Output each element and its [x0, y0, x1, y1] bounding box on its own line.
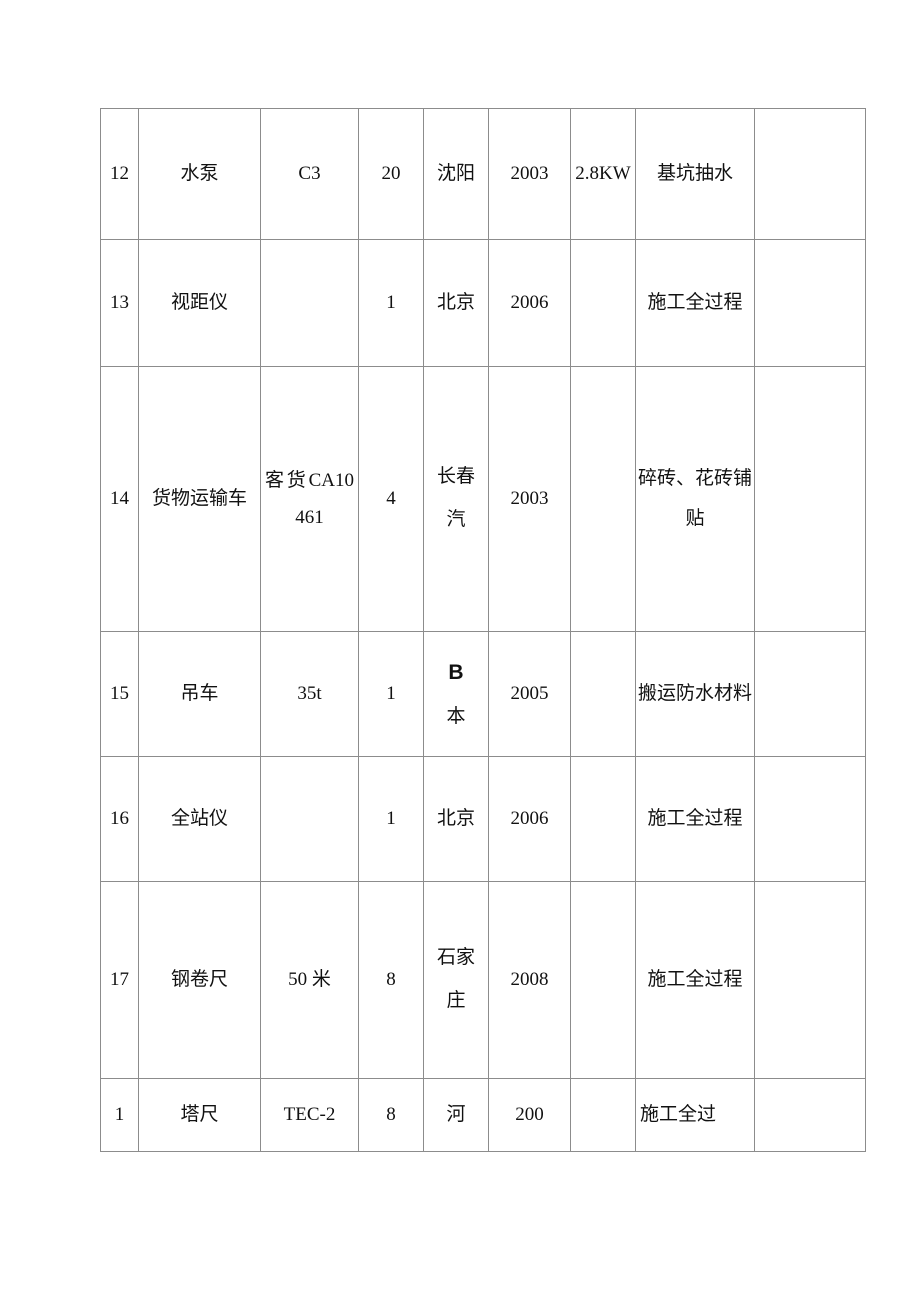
- cell-note: [755, 817, 865, 821]
- cell-model: 50 米: [288, 969, 331, 991]
- cell-note: [755, 978, 865, 982]
- cell-no: 17: [110, 969, 129, 991]
- cell-year: 2005: [510, 683, 549, 705]
- cell-no: 13: [110, 292, 129, 314]
- cell-origin: 石家庄: [436, 947, 475, 1011]
- cell-model: [261, 301, 358, 305]
- cell-quantity: 20: [381, 163, 401, 185]
- cell-model: 35t: [297, 683, 322, 705]
- cell-power: [571, 817, 635, 821]
- cell-origin: 河: [446, 1104, 466, 1126]
- cell-quantity: 4: [386, 488, 396, 510]
- equipment-schedule-table: 12 水泵 C3 20 沈阳 2003 2.8KW 基坑抽水 13 视距仪 1 …: [100, 108, 866, 1152]
- cell-note: [755, 172, 865, 176]
- cell-note: [755, 1113, 865, 1117]
- cell-use: 搬运防水材料: [638, 683, 753, 705]
- table-row: 13 视距仪 1 北京 2006 施工全过程: [100, 239, 866, 367]
- cell-power: [571, 692, 635, 696]
- cell-name: 货物运输车: [151, 488, 247, 510]
- table-row: 17 钢卷尺 50 米 8 石家庄 2008 施工全过程: [100, 881, 866, 1079]
- table-row: 16 全站仪 1 北京 2006 施工全过程: [100, 756, 866, 882]
- origin-latin-part: B: [448, 661, 464, 684]
- cell-origin: 沈阳: [436, 162, 475, 184]
- cell-name: 全站仪: [170, 808, 228, 830]
- cell-model: [261, 817, 358, 821]
- cell-no: 14: [110, 488, 129, 510]
- cell-note: [755, 301, 865, 305]
- cell-power: [571, 1113, 635, 1117]
- cell-origin: 长春汽: [436, 466, 475, 530]
- cell-use: 施工全过程: [647, 969, 743, 991]
- cell-power: [571, 301, 635, 305]
- cell-name: 钢卷尺: [170, 969, 228, 991]
- cell-quantity: 8: [386, 1104, 396, 1126]
- cell-no: 16: [110, 808, 129, 830]
- cell-name: 塔尺: [180, 1104, 219, 1126]
- cell-name: 吊车: [180, 683, 219, 705]
- table-row: 14 货物运输车 客货CA10461 4 长春汽 2003 碎砖、花砖铺贴: [100, 366, 866, 632]
- cell-power: [571, 497, 635, 501]
- table-row: 15 吊车 35t 1 B 本 2005 搬运防水材料: [100, 631, 866, 757]
- cell-use: 碎砖、花砖铺贴: [638, 468, 753, 529]
- cell-origin: 北京: [436, 807, 475, 829]
- cell-use: 施工全过: [640, 1104, 717, 1126]
- cell-model: 客货CA10461: [265, 469, 354, 528]
- cell-year: 2003: [510, 163, 549, 185]
- table-row: 12 水泵 C3 20 沈阳 2003 2.8KW 基坑抽水: [100, 108, 866, 240]
- cell-year: 200: [515, 1104, 544, 1126]
- cell-model: TEC-2: [283, 1104, 336, 1126]
- cell-no: 15: [110, 683, 129, 705]
- cell-origin: B 本: [424, 647, 488, 741]
- cell-year: 2003: [510, 488, 549, 510]
- cell-power: 2.8KW: [575, 163, 631, 185]
- cell-use: 施工全过程: [647, 808, 743, 830]
- cell-quantity: 1: [386, 808, 396, 830]
- cell-no: 12: [110, 163, 129, 185]
- cell-quantity: 1: [386, 292, 396, 314]
- cell-year: 2006: [510, 292, 549, 314]
- cell-model: C3: [298, 163, 321, 185]
- cell-use: 基坑抽水: [656, 163, 733, 185]
- cell-no: 1: [114, 1104, 125, 1126]
- cell-note: [755, 497, 865, 501]
- cell-name: 视距仪: [170, 292, 228, 314]
- cell-quantity: 8: [386, 969, 396, 991]
- table-row: 1 塔尺 TEC-2 8 河 200 施工全过: [100, 1078, 866, 1152]
- cell-year: 2008: [510, 969, 549, 991]
- document-page: 12 水泵 C3 20 沈阳 2003 2.8KW 基坑抽水 13 视距仪 1 …: [0, 0, 920, 1301]
- cell-origin: 北京: [436, 291, 475, 313]
- cell-year: 2006: [510, 808, 549, 830]
- origin-cjk-part: 本: [446, 706, 466, 728]
- cell-note: [755, 692, 865, 696]
- cell-quantity: 1: [386, 683, 396, 705]
- cell-use: 施工全过程: [647, 292, 743, 314]
- cell-power: [571, 978, 635, 982]
- cell-name: 水泵: [180, 163, 219, 185]
